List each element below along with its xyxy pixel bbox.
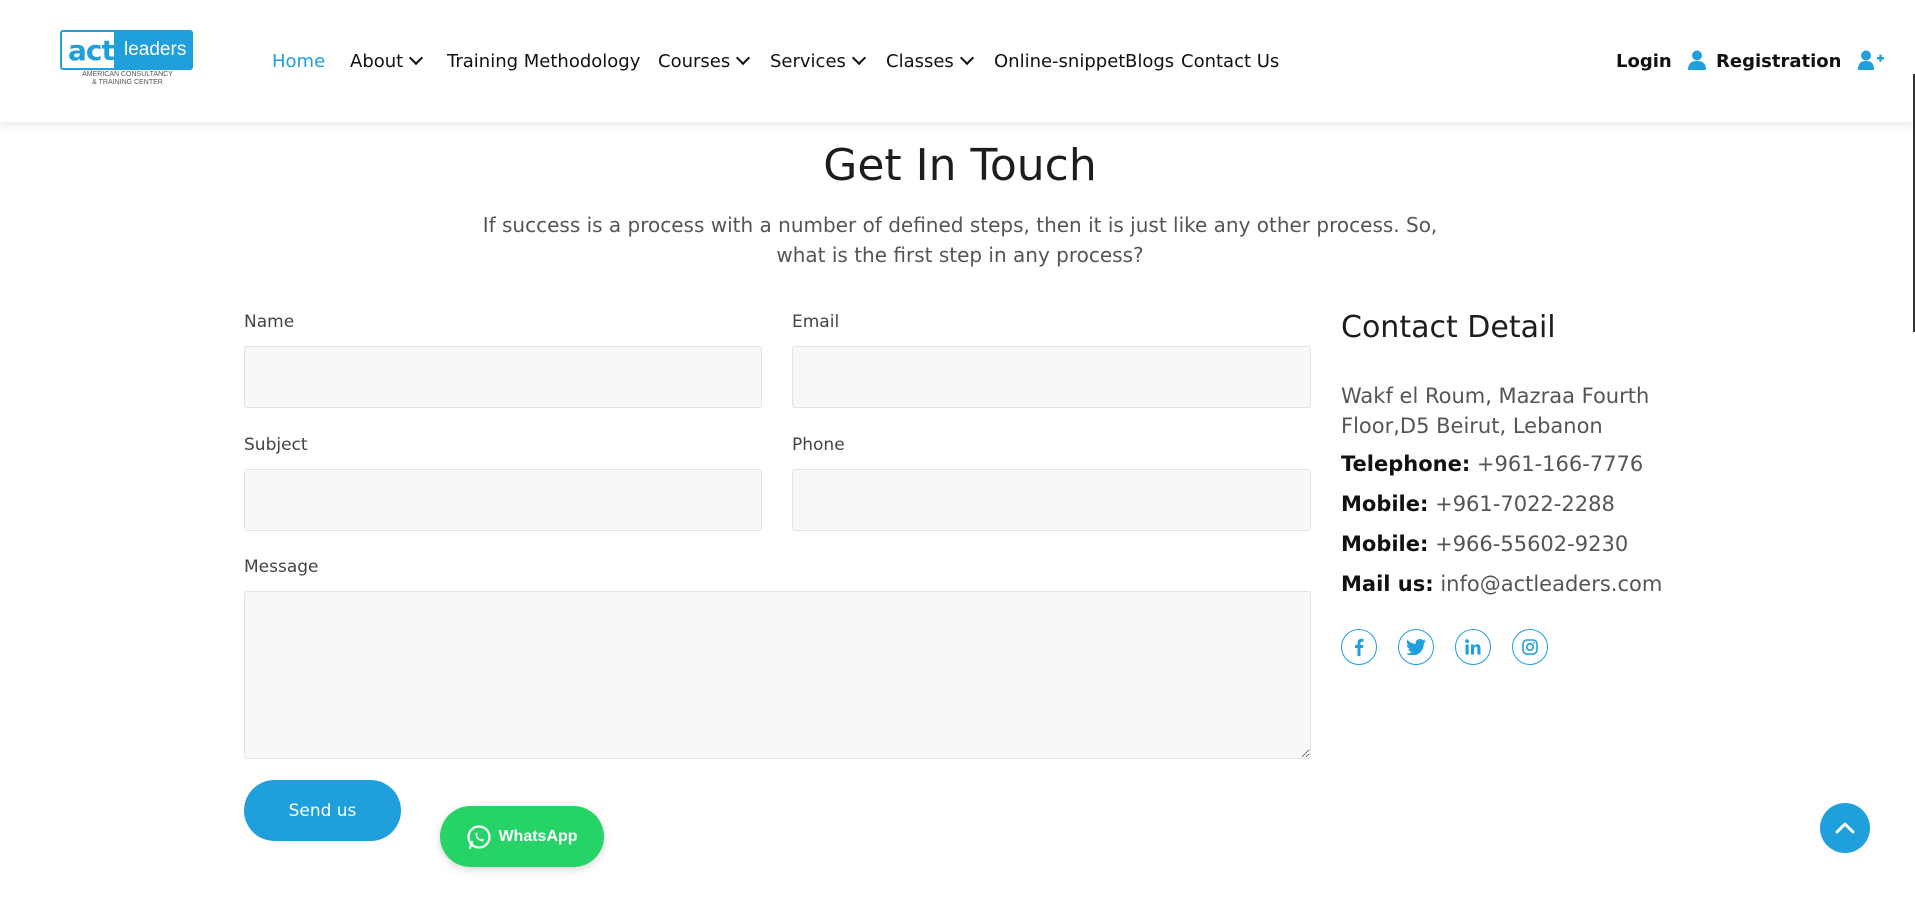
nav-blogs[interactable]: Blogs bbox=[1125, 50, 1174, 74]
chevron-down-icon bbox=[736, 50, 751, 66]
subject-label: Subject bbox=[244, 435, 308, 455]
contact-address: Wakf el Roum, Mazraa Fourth Floor,D5 Bei… bbox=[1341, 384, 1650, 438]
whatsapp-button[interactable]: WhatsApp bbox=[440, 806, 604, 867]
nav-about[interactable]: About bbox=[350, 50, 424, 74]
nav-courses-label: Courses bbox=[658, 51, 731, 72]
nav-home[interactable]: Home bbox=[272, 50, 325, 74]
logo-leaders-text: leaders bbox=[114, 32, 193, 68]
logo-subtitle-line1: AMERICAN CONSULTANCY bbox=[82, 71, 173, 78]
nav-classes-label: Classes bbox=[886, 51, 954, 72]
registration-label: Registration bbox=[1716, 51, 1842, 72]
page-title: Get In Touch bbox=[823, 140, 1097, 191]
registration-link[interactable]: Registration bbox=[1716, 50, 1884, 74]
nav-contact-us[interactable]: Contact Us bbox=[1181, 50, 1279, 74]
email-input[interactable] bbox=[792, 346, 1311, 408]
logo-act-text: act bbox=[68, 34, 115, 67]
mobile-1-label: Mobile: bbox=[1341, 492, 1429, 516]
site-header: act leaders AMERICAN CONSULTANCY & TRAIN… bbox=[0, 0, 1915, 122]
login-link[interactable]: Login bbox=[1616, 50, 1706, 74]
nav-about-label: About bbox=[350, 51, 404, 72]
email-label: Email bbox=[792, 312, 840, 332]
linkedin-icon bbox=[1465, 639, 1481, 655]
phone-input[interactable] bbox=[792, 469, 1311, 531]
logo-subtitle-line2: & TRAINING CENTER bbox=[92, 79, 163, 86]
message-label: Message bbox=[244, 557, 319, 577]
contact-mobile-1: Mobile: +961-7022-2288 bbox=[1341, 492, 1615, 516]
chevron-down-icon bbox=[409, 50, 424, 66]
mail-label: Mail us: bbox=[1341, 572, 1434, 596]
linkedin-link[interactable] bbox=[1455, 629, 1491, 665]
mail-value[interactable]: info@actleaders.com bbox=[1440, 572, 1662, 596]
contact-detail-title: Contact Detail bbox=[1341, 310, 1556, 345]
telephone-value: +961-166-7776 bbox=[1476, 452, 1644, 476]
site-logo[interactable]: act leaders AMERICAN CONSULTANCY & TRAIN… bbox=[60, 30, 195, 90]
chevron-down-icon bbox=[959, 50, 974, 66]
instagram-link[interactable] bbox=[1512, 629, 1548, 665]
page-subtitle: If success is a process with a number of… bbox=[482, 213, 1438, 267]
logo-frame: act leaders bbox=[60, 30, 193, 70]
nav-online-snippet[interactable]: Online-snippet bbox=[994, 50, 1125, 74]
subject-input[interactable] bbox=[244, 469, 762, 531]
telephone-label: Telephone: bbox=[1341, 452, 1471, 476]
whatsapp-icon bbox=[467, 824, 492, 849]
chevron-up-icon bbox=[1835, 822, 1855, 834]
twitter-link[interactable] bbox=[1398, 629, 1434, 665]
message-textarea[interactable] bbox=[244, 591, 1311, 759]
twitter-icon bbox=[1406, 639, 1426, 655]
name-input[interactable] bbox=[244, 346, 762, 408]
login-label: Login bbox=[1616, 51, 1672, 72]
instagram-icon bbox=[1522, 639, 1538, 655]
user-icon bbox=[1688, 50, 1706, 70]
chevron-down-icon bbox=[851, 50, 866, 66]
facebook-icon bbox=[1355, 638, 1364, 656]
nav-training-methodology[interactable]: Training Methodology bbox=[447, 50, 640, 74]
nav-classes[interactable]: Classes bbox=[886, 50, 974, 74]
send-button[interactable]: Send us bbox=[244, 780, 401, 841]
mobile-2-value: +966-55602-9230 bbox=[1435, 532, 1629, 556]
phone-label: Phone bbox=[792, 435, 845, 455]
contact-telephone: Telephone: +961-166-7776 bbox=[1341, 452, 1643, 476]
facebook-link[interactable] bbox=[1341, 629, 1377, 665]
nav-services-label: Services bbox=[770, 51, 846, 72]
mobile-1-value: +961-7022-2288 bbox=[1435, 492, 1615, 516]
whatsapp-label: WhatsApp bbox=[498, 827, 578, 845]
user-plus-icon bbox=[1857, 50, 1884, 70]
contact-mobile-2: Mobile: +966-55602-9230 bbox=[1341, 532, 1628, 556]
logo-subtitle: AMERICAN CONSULTANCY & TRAINING CENTER bbox=[60, 71, 195, 87]
nav-services[interactable]: Services bbox=[770, 50, 866, 74]
scroll-to-top-button[interactable] bbox=[1820, 803, 1870, 853]
mobile-2-label: Mobile: bbox=[1341, 532, 1429, 556]
nav-courses[interactable]: Courses bbox=[658, 50, 751, 74]
contact-mail: Mail us: info@actleaders.com bbox=[1341, 572, 1662, 596]
name-label: Name bbox=[244, 312, 295, 332]
